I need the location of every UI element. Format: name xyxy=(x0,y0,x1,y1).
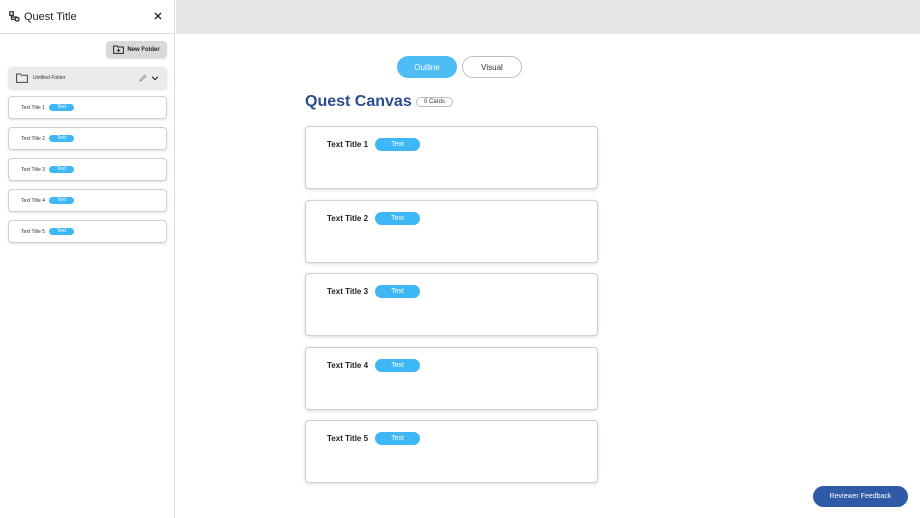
new-folder-button[interactable]: New Folder xyxy=(106,41,167,58)
canvas-card-title: Text Title 1 xyxy=(327,140,369,149)
canvas-card-tag: Text xyxy=(375,358,420,372)
canvas-card[interactable]: Text Title 5 Text xyxy=(305,420,598,483)
top-bar xyxy=(176,0,920,34)
canvas-card-tag: Text xyxy=(375,211,420,225)
quest-tree-icon xyxy=(9,11,20,22)
canvas-card-title: Text Title 3 xyxy=(327,287,369,296)
canvas-card-tag: Text xyxy=(375,432,420,445)
folder-plus-icon xyxy=(113,45,125,54)
canvas-title: Quest Canvas xyxy=(305,93,412,110)
visual-toggle-button[interactable]: Visual xyxy=(462,56,522,78)
canvas-card-tag: Text xyxy=(375,285,420,298)
canvas-card-list: Text Title 1 Text Text Title 2 Text Text… xyxy=(305,126,598,494)
sidebar-header: Quest Title xyxy=(0,0,174,34)
sidebar-card-tag: Text xyxy=(48,135,74,142)
canvas-card[interactable]: Text Title 4 Text xyxy=(305,346,598,410)
sidebar-card-title: Text Title 5 xyxy=(21,228,45,235)
sidebar-card-tag: Text xyxy=(48,104,74,111)
sidebar-card[interactable]: Text Title 2 Text xyxy=(8,127,167,150)
sidebar-card-title: Text Title 1 xyxy=(21,104,45,111)
quest-title: Quest Title xyxy=(24,10,77,23)
card-count-badge: 0 Cards xyxy=(416,97,453,107)
sidebar-card-title: Text Title 2 xyxy=(21,135,45,142)
folder-row[interactable]: Untitled Folder xyxy=(8,67,167,89)
sidebar: Quest Title New Folder Untitled Folder T… xyxy=(0,0,175,518)
sidebar-card-list: Text Title 1 Text Text Title 2 Text Text… xyxy=(8,96,167,251)
outline-toggle-button[interactable]: Outline xyxy=(397,56,457,78)
canvas-card[interactable]: Text Title 2 Text xyxy=(305,199,598,263)
new-folder-label: New Folder xyxy=(127,46,160,53)
sidebar-card-title: Text Title 3 xyxy=(21,166,45,173)
folder-icon xyxy=(16,73,28,83)
canvas-card[interactable]: Text Title 3 Text xyxy=(305,273,598,336)
sidebar-card[interactable]: Text Title 4 Text xyxy=(8,189,167,212)
sidebar-card-title: Text Title 4 xyxy=(21,197,45,204)
canvas-card-title: Text Title 5 xyxy=(327,434,369,443)
chevron-down-icon[interactable] xyxy=(151,74,159,82)
close-icon[interactable] xyxy=(152,10,164,22)
canvas-card-tag: Text xyxy=(375,138,420,151)
canvas-card-title: Text Title 2 xyxy=(327,213,369,223)
sidebar-card[interactable]: Text Title 5 Text xyxy=(8,220,167,243)
sidebar-card[interactable]: Text Title 3 Text xyxy=(8,158,167,181)
reviewer-feedback-button[interactable]: Reviewer Feedback xyxy=(813,486,908,507)
sidebar-card-tag: Text xyxy=(48,197,74,204)
sidebar-card-tag: Text xyxy=(48,166,74,173)
canvas-card[interactable]: Text Title 1 Text xyxy=(305,126,598,189)
folder-label: Untitled Folder xyxy=(33,75,66,81)
sidebar-card[interactable]: Text Title 1 Text xyxy=(8,96,167,119)
canvas-card-title: Text Title 4 xyxy=(327,360,369,370)
sidebar-card-tag: Text xyxy=(48,228,74,235)
edit-pencil-icon[interactable] xyxy=(139,74,147,82)
